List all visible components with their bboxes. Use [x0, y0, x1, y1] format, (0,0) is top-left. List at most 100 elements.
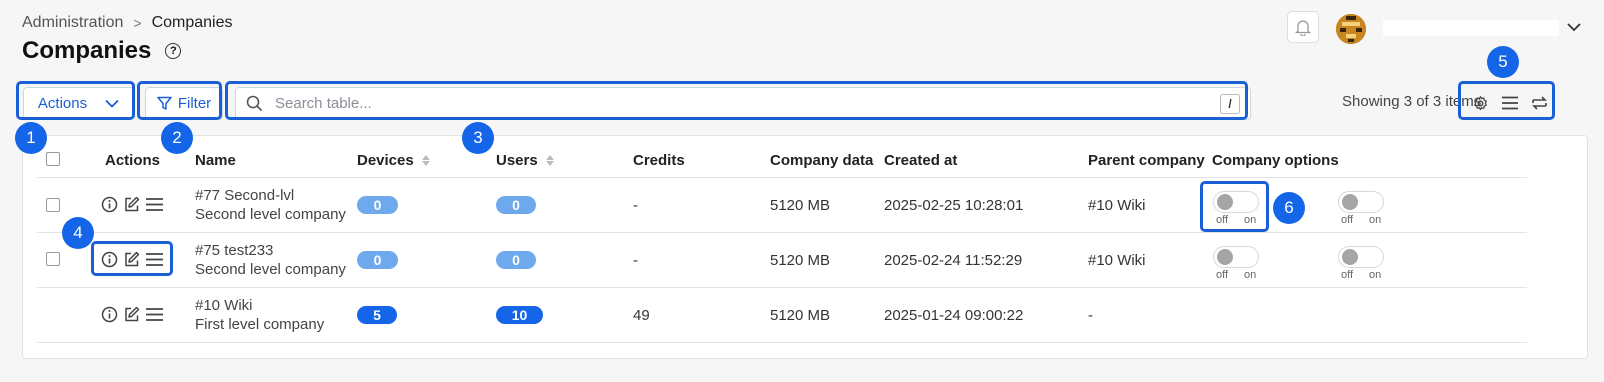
- info-icon[interactable]: [101, 306, 118, 323]
- toggle-labels: off on: [1216, 214, 1257, 226]
- search-icon: [246, 95, 263, 112]
- col-name[interactable]: Name: [195, 152, 236, 169]
- select-all-checkbox[interactable]: [46, 152, 60, 166]
- created-at-cell: 2025-02-24 11:52:29: [884, 252, 1023, 269]
- table-tools: [1466, 87, 1554, 119]
- col-devices-label: Devices: [357, 152, 414, 169]
- col-credits[interactable]: Credits: [633, 152, 685, 169]
- breadcrumb-administration[interactable]: Administration: [22, 14, 123, 32]
- menu-icon[interactable]: [145, 197, 164, 212]
- edit-icon[interactable]: [123, 196, 140, 213]
- bell-icon: [1295, 20, 1311, 36]
- swap-icon[interactable]: [1531, 95, 1548, 111]
- credits-cell: -: [633, 197, 638, 214]
- col-users[interactable]: Users: [496, 152, 554, 169]
- sort-icon: [421, 155, 430, 166]
- info-icon[interactable]: [101, 251, 118, 268]
- menu-icon[interactable]: [145, 252, 164, 267]
- actions-dropdown-button[interactable]: Actions: [23, 87, 134, 120]
- company-option-toggle[interactable]: [1213, 191, 1259, 213]
- breadcrumb-current: Companies: [151, 14, 233, 31]
- filter-icon: [157, 96, 172, 110]
- devices-badge[interactable]: 0: [357, 196, 398, 214]
- row-action-icons: [101, 306, 164, 323]
- devices-badge[interactable]: 0: [357, 251, 398, 269]
- divider: [37, 342, 1527, 343]
- items-count: Showing 3 of 3 items: [1342, 93, 1482, 110]
- settings-icon[interactable]: [1472, 95, 1489, 112]
- avatar[interactable]: [1336, 14, 1366, 44]
- company-option-toggle[interactable]: [1338, 191, 1384, 213]
- density-icon[interactable]: [1501, 96, 1519, 110]
- company-title[interactable]: #77 Second-lvl: [195, 186, 346, 205]
- chevron-down-icon[interactable]: [1567, 22, 1581, 32]
- col-parent-company[interactable]: Parent company: [1088, 152, 1205, 169]
- user-name-redacted[interactable]: [1383, 20, 1559, 36]
- toggle-labels: off on: [1216, 269, 1257, 281]
- divider: [37, 177, 1527, 178]
- credits-cell: 49: [633, 307, 650, 324]
- company-option-toggle[interactable]: [1338, 246, 1384, 268]
- annotation-badge-6: 6: [1273, 192, 1305, 224]
- row-checkbox[interactable]: [46, 252, 60, 266]
- company-data-cell: 5120 MB: [770, 252, 831, 269]
- company-data-cell: 5120 MB: [770, 197, 831, 214]
- company-title[interactable]: #75 test233: [195, 241, 346, 260]
- col-devices[interactable]: Devices: [357, 152, 430, 169]
- breadcrumb: Administration > Companies: [22, 14, 233, 32]
- row-action-icons: [101, 251, 164, 268]
- page-title: Companies: [22, 37, 152, 64]
- edit-icon[interactable]: [123, 306, 140, 323]
- company-data-cell: 5120 MB: [770, 307, 831, 324]
- divider: [37, 232, 1527, 233]
- breadcrumb-separator: >: [133, 15, 142, 31]
- col-users-label: Users: [496, 152, 538, 169]
- filter-button[interactable]: Filter: [145, 87, 223, 120]
- users-badge[interactable]: 0: [496, 251, 536, 269]
- notifications-button[interactable]: [1287, 11, 1319, 43]
- edit-icon[interactable]: [123, 251, 140, 268]
- col-created-at[interactable]: Created at: [884, 152, 957, 169]
- parent-company-cell[interactable]: #10 Wiki: [1088, 252, 1146, 269]
- row-action-icons: [101, 196, 164, 213]
- info-icon[interactable]: [101, 196, 118, 213]
- company-level: First level company: [195, 316, 325, 333]
- users-badge[interactable]: 0: [496, 196, 536, 214]
- company-level: Second level company: [195, 261, 346, 278]
- company-name-cell: #77 Second-lvl Second level company: [195, 186, 346, 224]
- row-checkbox[interactable]: [46, 198, 60, 212]
- created-at-cell: 2025-02-25 10:28:01: [884, 197, 1024, 214]
- chevron-down-icon: [105, 99, 119, 108]
- annotation-badge-5: 5: [1487, 46, 1519, 78]
- col-actions: Actions: [105, 152, 161, 169]
- annotation-badge-3: 3: [462, 122, 494, 154]
- toggle-labels: off on: [1341, 214, 1382, 226]
- actions-label: Actions: [37, 95, 88, 112]
- sort-icon: [545, 155, 554, 166]
- users-badge[interactable]: 10: [496, 306, 543, 324]
- company-name-cell: #10 Wiki First level company: [195, 296, 324, 334]
- search-input[interactable]: [273, 94, 1210, 113]
- company-name-cell: #75 test233 Second level company: [195, 241, 346, 279]
- search-shortcut-hint: /: [1220, 93, 1240, 114]
- annotation-badge-1: 1: [15, 122, 47, 154]
- devices-badge[interactable]: 5: [357, 306, 397, 324]
- col-company-options: Company options: [1212, 152, 1339, 169]
- company-title[interactable]: #10 Wiki: [195, 296, 324, 315]
- col-company-data[interactable]: Company data: [770, 152, 873, 169]
- parent-company-cell: -: [1088, 307, 1093, 324]
- search-field[interactable]: /: [235, 87, 1251, 120]
- created-at-cell: 2025-01-24 09:00:22: [884, 307, 1024, 324]
- page-title-row: Companies ?: [22, 37, 182, 65]
- company-option-toggle[interactable]: [1213, 246, 1259, 268]
- help-icon[interactable]: ?: [165, 43, 182, 59]
- parent-company-cell[interactable]: #10 Wiki: [1088, 197, 1146, 214]
- filter-label: Filter: [177, 95, 212, 112]
- annotation-badge-2: 2: [161, 122, 193, 154]
- divider: [37, 287, 1527, 288]
- toggle-labels: off on: [1341, 269, 1382, 281]
- company-level: Second level company: [195, 206, 346, 223]
- credits-cell: -: [633, 252, 638, 269]
- menu-icon[interactable]: [145, 307, 164, 322]
- annotation-badge-4: 4: [62, 217, 94, 249]
